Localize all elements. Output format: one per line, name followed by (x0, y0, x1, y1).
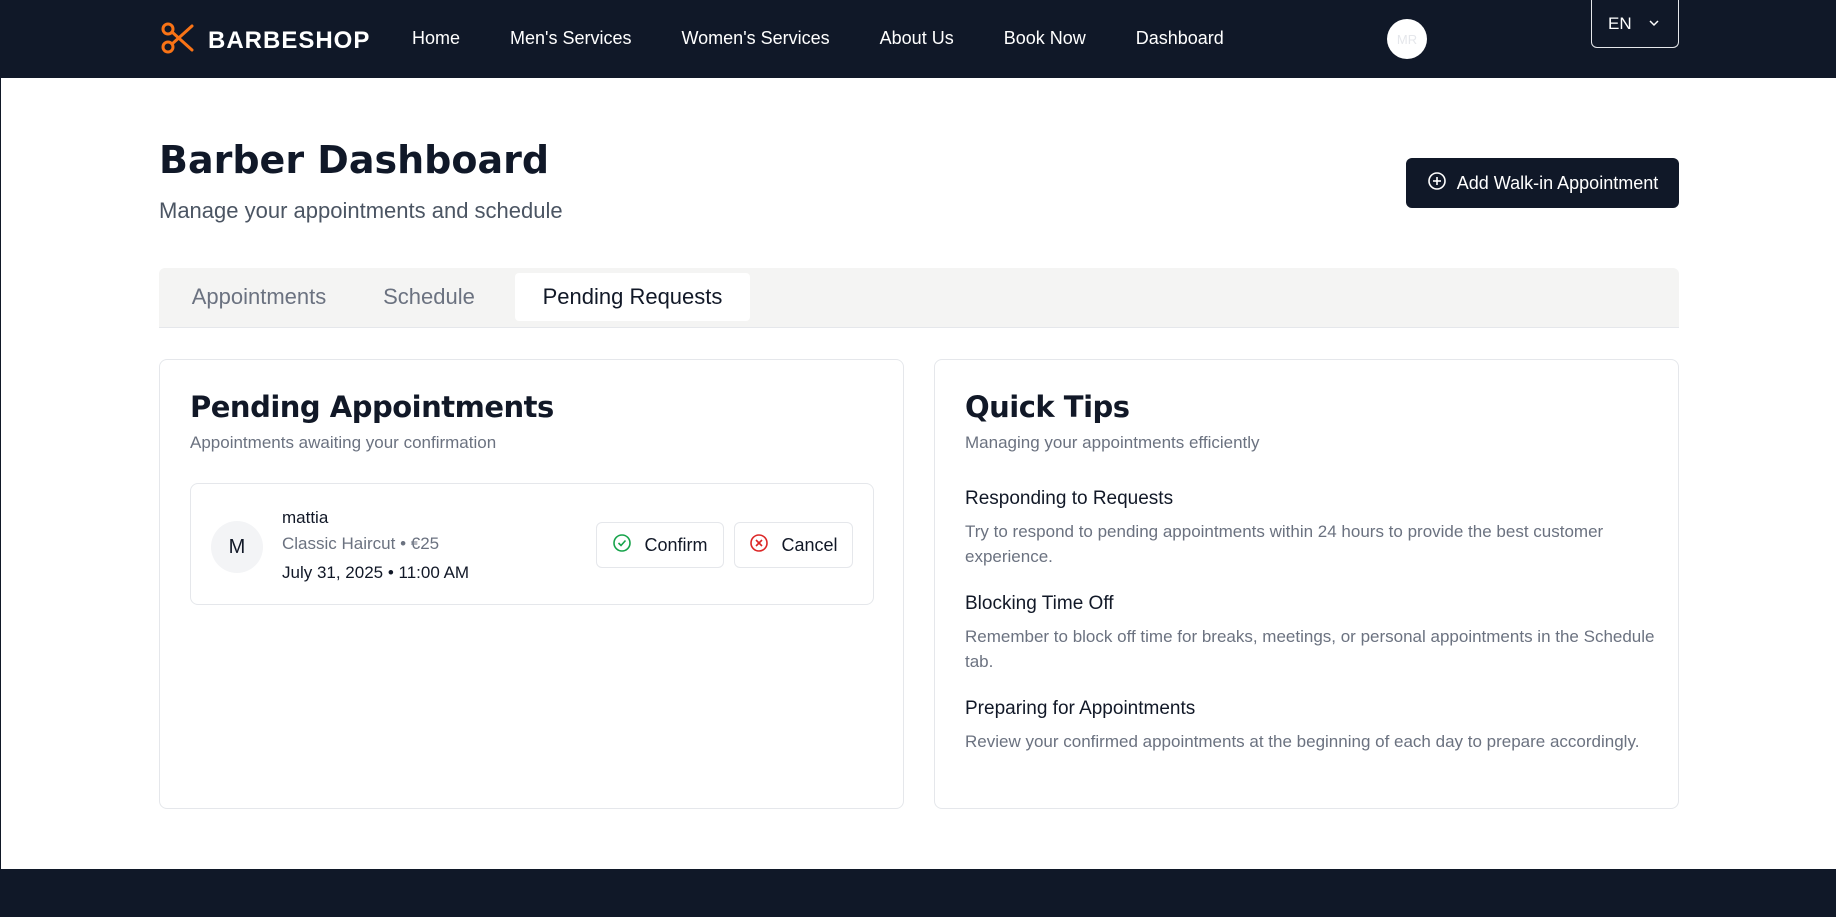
customer-name: mattia (282, 508, 329, 527)
pending-appointments-title: Pending Appointments (190, 390, 554, 424)
page-title: Barber Dashboard (159, 138, 550, 182)
quick-tips-card: Quick Tips Managing your appointments ef… (934, 359, 1679, 809)
language-select[interactable]: EN (1591, 0, 1679, 48)
nav-link-about-us[interactable]: About Us (880, 28, 954, 49)
tab-appointments[interactable]: Appointments (173, 273, 345, 321)
tab-pending-requests[interactable]: Pending Requests (515, 273, 750, 321)
nav-link-mens-services[interactable]: Men's Services (510, 28, 631, 49)
page-left-border (0, 78, 1, 869)
quick-tips-title: Quick Tips (965, 390, 1130, 424)
brand-name: BARBESHOP (208, 26, 371, 54)
appointment-service: Classic Haircut • €25 (282, 534, 440, 553)
cancel-button[interactable]: Cancel (734, 522, 853, 568)
user-avatar[interactable]: MR (1387, 19, 1427, 59)
confirm-label: Confirm (644, 534, 708, 555)
check-circle-icon (612, 533, 632, 558)
tip-text-preparing: Review your confirmed appointments at th… (965, 732, 1640, 751)
add-walk-in-label: Add Walk-in Appointment (1456, 172, 1659, 193)
customer-avatar: M (211, 521, 263, 573)
tip-title-responding: Responding to Requests (965, 488, 1174, 509)
pending-appointments-subtitle: Appointments awaiting your confirmation (190, 433, 497, 452)
cancel-label: Cancel (781, 534, 838, 555)
appointment-datetime: July 31, 2025 • 11:00 AM (282, 563, 470, 582)
brand-logo[interactable]: BARBESHOP (160, 20, 370, 61)
add-walk-in-appointment-button[interactable]: Add Walk-in Appointment (1406, 158, 1679, 208)
quick-tips-subtitle: Managing your appointments efficiently (965, 433, 1260, 452)
nav-link-home[interactable]: Home (412, 28, 460, 49)
scissors-icon (160, 20, 196, 61)
tip-title-blocking: Blocking Time Off (965, 593, 1114, 614)
pending-appointment-item: M mattia Classic Haircut • €25 July 31, … (190, 483, 874, 605)
nav-link-dashboard[interactable]: Dashboard (1136, 28, 1224, 49)
page-subtitle: Manage your appointments and schedule (159, 198, 563, 223)
confirm-button[interactable]: Confirm (596, 522, 724, 568)
tab-schedule[interactable]: Schedule (365, 273, 493, 321)
chevron-down-icon (1648, 14, 1660, 34)
x-circle-icon (749, 533, 769, 558)
language-value: EN (1608, 13, 1632, 33)
nav-link-book-now[interactable]: Book Now (1004, 28, 1086, 49)
nav-link-womens-services[interactable]: Women's Services (682, 28, 830, 49)
nav-links: Home Men's Services Women's Services Abo… (412, 28, 1274, 49)
tip-text-responding: Try to respond to pending appointments w… (965, 522, 1604, 566)
top-navbar: BARBESHOP Home Men's Services Women's Se… (0, 0, 1836, 78)
pending-appointments-card: Pending Appointments Appointments awaiti… (159, 359, 904, 809)
page-footer (0, 869, 1836, 917)
dashboard-tabs: Appointments Schedule Pending Requests (159, 268, 1679, 328)
tip-title-preparing: Preparing for Appointments (965, 698, 1196, 719)
tip-text-blocking: Remember to block off time for breaks, m… (965, 627, 1655, 671)
plus-circle-icon (1427, 171, 1447, 196)
